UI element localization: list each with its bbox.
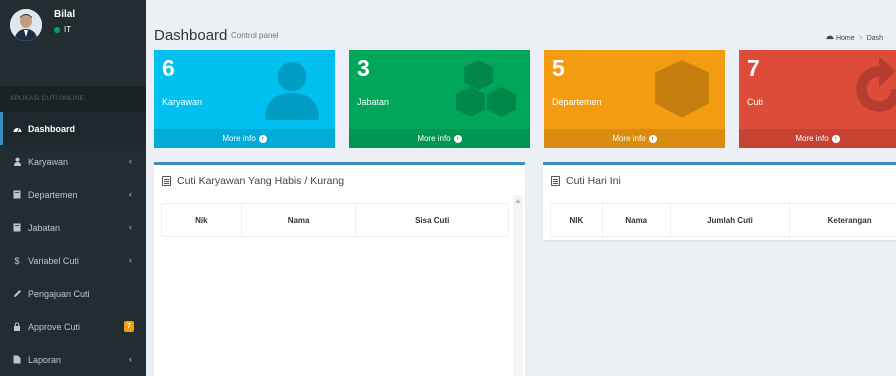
stat-box-departemen: 5 Departemen More info › [544,50,725,148]
panel-title-label: Cuti Hari Ini [566,175,621,187]
user-icon [265,62,319,120]
user-status: IT [54,25,71,34]
panel-scrollbar[interactable] [513,195,523,376]
users-icon [12,157,22,167]
book-icon [12,223,22,233]
chevron-left-icon: ‹ [129,354,132,364]
column-header-keterangan[interactable]: Keterangan [789,203,896,237]
column-header-jumlah-cuti[interactable]: Jumlah Cuti [669,203,791,237]
page-subtitle: Control panel [231,31,279,40]
sidebar-item-label: Jabatan [28,222,61,233]
stat-box-jabatan: 3 Jabatan More info › [349,50,530,148]
stat-label: Cuti [747,97,764,107]
chevron-left-icon: ‹ [129,255,132,265]
stat-box-karyawan: 6 Karyawan More info › [154,50,335,148]
sidebar-item-label: Approve Cuti [28,321,81,332]
more-info-label: More info [612,134,646,143]
sidebar-item-label: Departemen [28,189,78,200]
sidebar-item-label: Dashboard [28,123,76,134]
edit-icon [12,289,22,299]
user-name: Bilal [54,9,76,20]
book-icon [12,190,22,200]
more-info-link[interactable]: More info › [739,129,896,148]
more-info-link[interactable]: More info › [544,129,725,148]
column-header-nik[interactable]: NIK [550,203,603,237]
dollar-icon: $ [14,255,20,266]
breadcrumb-current: Dash [866,35,884,42]
stat-label: Jabatan [357,97,390,107]
chevron-left-icon: ‹ [129,222,132,232]
cuti-hari-ini-table: NIK Nama Jumlah Cuti Keterangan [550,203,896,237]
sidebar-item-approve-cuti[interactable]: Approve Cuti 7 [0,310,146,343]
sidebar-item-label: Laporan [28,354,62,365]
sidebar-item-departemen[interactable]: Departemen ‹ [0,178,146,211]
arrow-circle-right-icon: › [648,134,657,143]
table-header-row: NIK Nama Jumlah Cuti Keterangan [550,203,896,237]
sidebar: Bilal IT APLIKASI CUTI ONLINE Dashboard … [0,0,146,376]
clipboard-icon [162,176,171,186]
dashboard-icon [12,124,22,134]
sidebar-item-label: Variabel Cuti [28,255,79,266]
page-title: Dashboard [154,27,228,44]
file-icon [12,355,22,365]
sidebar-header: APLIKASI CUTI ONLINE [0,86,146,112]
user-panel: Bilal IT [0,0,146,50]
stat-label: Departemen [552,97,602,107]
sidebar-item-label: Pengajuan Cuti [28,288,90,299]
arrow-circle-right-icon: › [453,134,462,143]
breadcrumb-home[interactable]: Home [836,35,855,42]
user-status-label: IT [64,25,72,34]
cuti-habis-table: Nik Nama Sisa Cuti [161,203,509,237]
more-info-label: More info [222,134,256,143]
stat-number: 5 [552,55,565,81]
stat-box-cuti: 7 Cuti More info › [739,50,896,148]
sidebar-item-karyawan[interactable]: Karyawan ‹ [0,145,146,178]
column-header-nama[interactable]: Nama [601,203,671,237]
panel-title: Cuti Hari Ini [551,175,621,187]
panel-title-label: Cuti Karyawan Yang Habis / Kurang [177,175,345,187]
scroll-up-icon[interactable] [515,199,521,203]
lock-icon [12,322,22,332]
clipboard-icon [551,176,560,186]
cubes-icon [456,60,516,117]
more-info-label: More info [417,134,451,143]
breadcrumb: Home > Dash [826,33,883,42]
refresh-icon [856,58,896,112]
sidebar-item-dashboard[interactable]: Dashboard [0,112,146,145]
table-header-row: Nik Nama Sisa Cuti [161,203,509,237]
column-header-nik[interactable]: Nik [161,203,242,237]
online-status-icon [54,26,60,33]
arrow-circle-right-icon: › [258,134,267,143]
approve-count-badge: 7 [124,321,134,332]
panel-cuti-hari-ini: Cuti Hari Ini NIK Nama Jumlah Cuti Keter… [543,162,896,240]
stat-number: 6 [162,55,175,81]
cube-icon [655,60,709,118]
more-info-link[interactable]: More info › [349,129,530,148]
sidebar-item-laporan[interactable]: Laporan ‹ [0,343,146,376]
more-info-link[interactable]: More info › [154,129,335,148]
sidebar-menu: Dashboard Karyawan ‹ Departemen ‹ Jabata… [0,112,146,376]
breadcrumb-separator: > [858,35,863,42]
sidebar-item-variabel-cuti[interactable]: $ Variabel Cuti ‹ [0,244,146,277]
column-header-sisa-cuti[interactable]: Sisa Cuti [355,203,509,237]
dashboard-icon [826,35,836,42]
sidebar-item-label: Karyawan [28,156,69,167]
avatar [10,9,42,41]
arrow-circle-right-icon: › [831,134,840,143]
stat-label: Karyawan [162,97,203,107]
stat-number: 3 [357,55,370,81]
panel-cuti-habis: Cuti Karyawan Yang Habis / Kurang Nik Na… [154,162,525,376]
sidebar-item-pengajuan-cuti[interactable]: Pengajuan Cuti [0,277,146,310]
panel-title: Cuti Karyawan Yang Habis / Kurang [162,175,344,187]
more-info-label: More info [795,134,829,143]
column-header-nama[interactable]: Nama [240,203,357,237]
chevron-left-icon: ‹ [129,189,132,199]
sidebar-item-jabatan[interactable]: Jabatan ‹ [0,211,146,244]
stat-number: 7 [747,55,760,81]
chevron-left-icon: ‹ [129,156,132,166]
